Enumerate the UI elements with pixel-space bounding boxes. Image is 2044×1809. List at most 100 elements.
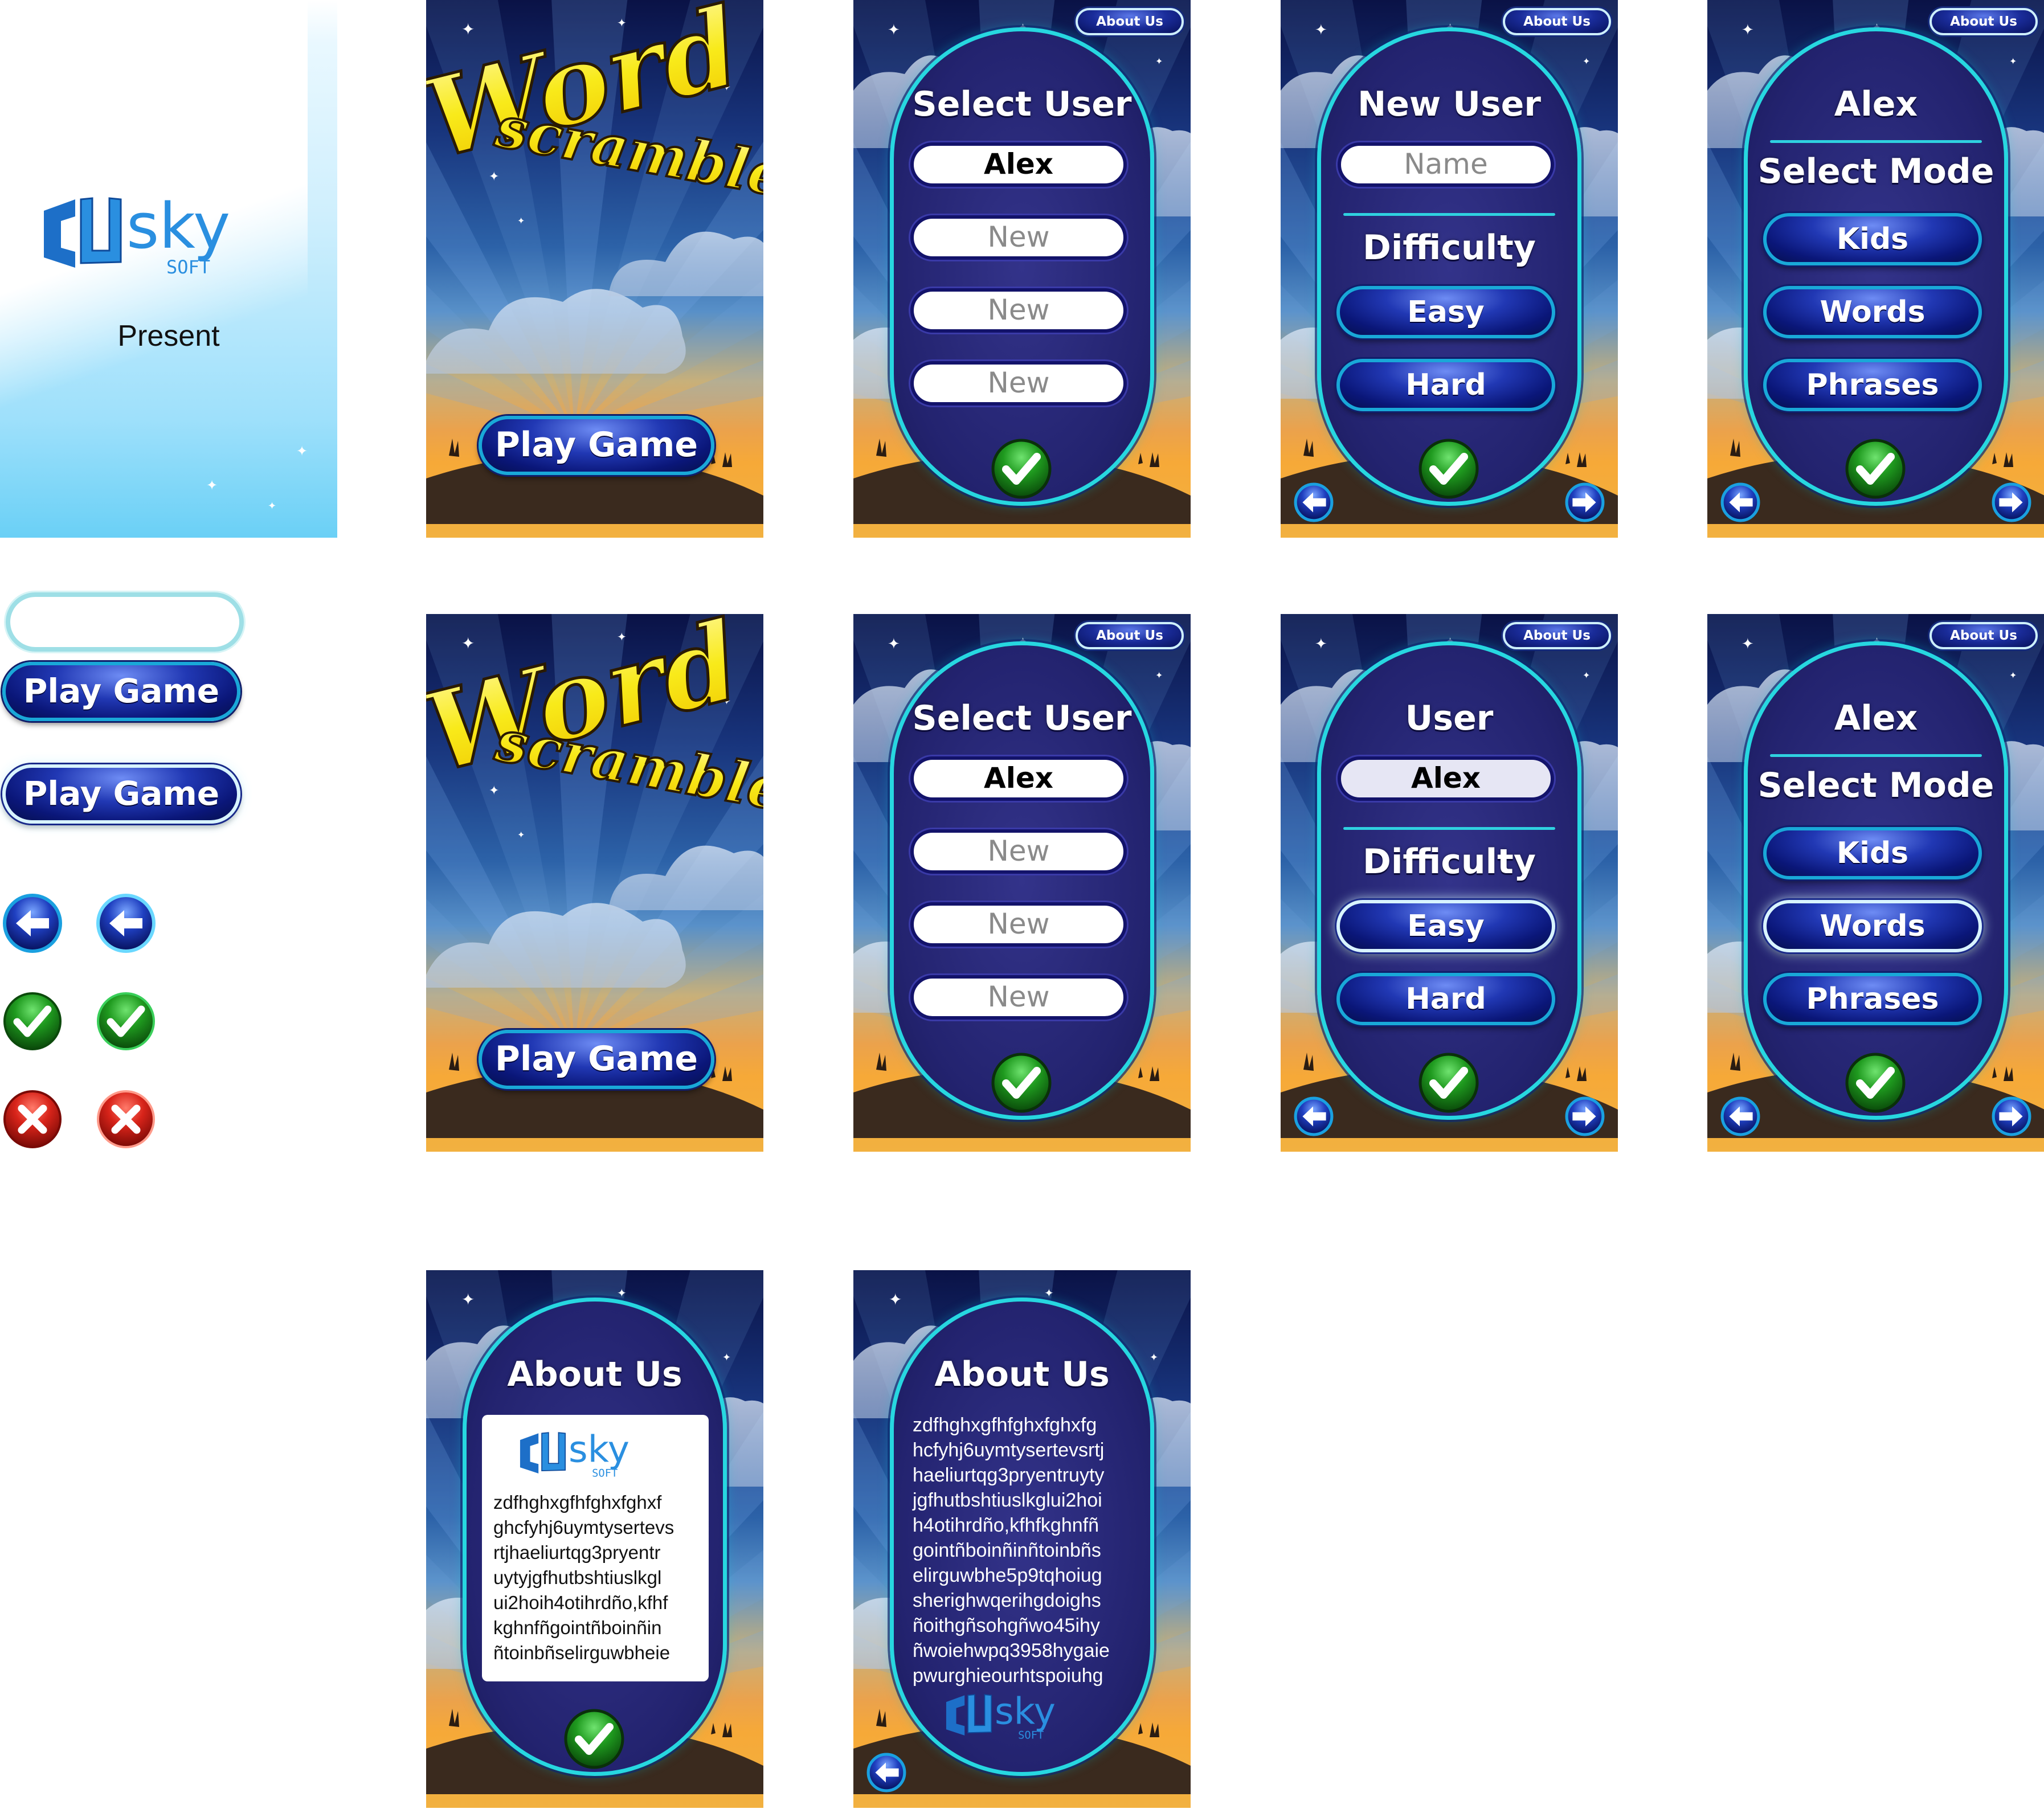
- confirm-check-button[interactable]: [1844, 437, 1907, 500]
- back-arrow-icon[interactable]: [2, 893, 63, 953]
- confirm-check-button[interactable]: [1844, 1051, 1907, 1114]
- svg-text:sky: sky: [126, 194, 230, 263]
- name-input[interactable]: Name: [1338, 142, 1554, 187]
- mode-button[interactable]: Words: [1763, 286, 1982, 338]
- back-arrow-icon[interactable]: [1720, 1096, 1761, 1137]
- star-icon: ✦: [2009, 56, 2017, 67]
- star-icon: ✦: [888, 22, 900, 39]
- phone-screen: ✦ ✦ ✦ ✦ ✦ Word scramble Play Game: [426, 0, 763, 538]
- mode-button[interactable]: Words: [1763, 900, 1982, 952]
- confirm-check-button[interactable]: [1417, 437, 1480, 500]
- back-arrow-icon[interactable]: [866, 1752, 907, 1793]
- star-icon: ✦: [617, 1286, 627, 1300]
- screen-title: User: [1405, 698, 1494, 738]
- user-slot[interactable]: New: [910, 829, 1127, 874]
- play-game-button-kit-pressed[interactable]: Play Game: [2, 764, 240, 824]
- cusky-logo: sky SOFT: [44, 194, 230, 278]
- cusky-logo: sky SOFT: [946, 1692, 1056, 1742]
- user-value[interactable]: Alex: [1338, 756, 1554, 801]
- star-icon: ✦: [296, 443, 308, 459]
- user-slot[interactable]: Alex: [910, 142, 1127, 187]
- user-slot[interactable]: New: [910, 215, 1127, 260]
- play-game-button[interactable]: Play Game: [479, 1030, 714, 1089]
- mode-button[interactable]: Kids: [1763, 827, 1982, 879]
- hard-button[interactable]: Hard: [1336, 973, 1555, 1025]
- cusky-logo: sky SOFT: [520, 1430, 629, 1480]
- phone-screen: ✦ ✦ ✦ About Us sky SOFT zdfhghxgfhfghxfghx…: [426, 1270, 763, 1808]
- easy-button[interactable]: Easy: [1336, 286, 1555, 338]
- check-icon[interactable]: [2, 991, 63, 1051]
- star-icon: ✦: [1044, 1286, 1054, 1300]
- screen-title: About Us: [507, 1354, 682, 1394]
- star-icon: ✦: [1742, 22, 1754, 39]
- user-name: Alex: [1834, 698, 1918, 738]
- star-icon: ✦: [1155, 56, 1163, 67]
- about-us-button[interactable]: About Us: [1929, 622, 2038, 649]
- confirm-check-button[interactable]: [990, 1051, 1053, 1114]
- star-icon: ✦: [888, 636, 900, 653]
- about-us-button[interactable]: About Us: [1929, 8, 2038, 35]
- screen-title: About Us: [934, 1354, 1110, 1394]
- phone-screen: ✦✦✦✦✦About Us Alex Select ModeKidsWordsP…: [1707, 0, 2044, 538]
- svg-text:SOFT: SOFT: [1018, 1730, 1044, 1742]
- user-slot[interactable]: New: [910, 975, 1127, 1020]
- close-icon[interactable]: [2, 1089, 63, 1149]
- user-slot[interactable]: Alex: [910, 756, 1127, 801]
- star-icon: ✦: [1583, 56, 1591, 67]
- about-us-button[interactable]: About Us: [1503, 622, 1611, 649]
- back-arrow-icon[interactable]: [96, 893, 156, 953]
- screen-title: Select Mode: [1757, 766, 1994, 805]
- phone-screen: ✦ ✦ ✦ About Us zdfhghxgfhfghxfghxfg hcfyhj…: [853, 1270, 1191, 1808]
- splash-screen: ✦ ✦ ✦ ✦ ✦ ✦ sky SOFT Present: [0, 0, 337, 538]
- back-arrow-icon[interactable]: [1293, 1096, 1334, 1137]
- svg-text:SOFT: SOFT: [592, 1468, 618, 1480]
- difficulty-title: Difficulty: [1363, 228, 1536, 268]
- difficulty-title: Difficulty: [1363, 842, 1536, 882]
- svg-text:sky: sky: [569, 1430, 629, 1471]
- word-scramble-title: Word scramble: [426, 0, 763, 211]
- back-arrow-icon[interactable]: [1293, 482, 1334, 523]
- empty-text-field[interactable]: [6, 592, 244, 652]
- forward-arrow-icon[interactable]: [1564, 482, 1605, 523]
- svg-text:SOFT: SOFT: [166, 256, 210, 278]
- about-text: zdfhghxgfhfghxfghxf ghcfyhj6uymtysertevs…: [493, 1492, 674, 1663]
- about-us-button[interactable]: About Us: [1076, 8, 1184, 35]
- forward-arrow-icon[interactable]: [1564, 1096, 1605, 1137]
- easy-button[interactable]: Easy: [1336, 900, 1555, 952]
- mode-button[interactable]: Phrases: [1763, 359, 1982, 411]
- star-icon: ✦: [1315, 22, 1327, 39]
- confirm-check-button[interactable]: [990, 437, 1053, 500]
- about-us-button[interactable]: About Us: [1503, 8, 1611, 35]
- mode-button[interactable]: Kids: [1763, 213, 1982, 265]
- forward-arrow-icon[interactable]: [1991, 482, 2032, 523]
- phone-screen: ✦✦✦✦✦About Us Select UserAlexNewNewNew: [853, 0, 1191, 538]
- divider: [1770, 754, 1982, 757]
- star-icon: ✦: [461, 1290, 475, 1309]
- screen-title: Select Mode: [1757, 152, 1994, 191]
- about-us-button[interactable]: About Us: [1076, 622, 1184, 649]
- star-icon: ✦: [206, 477, 218, 493]
- forward-arrow-icon[interactable]: [1991, 1096, 2032, 1137]
- confirm-check-button[interactable]: [563, 1708, 626, 1770]
- phone-screen: ✦✦✦✦✦About Us UserAlex Difficulty Easy H…: [1281, 614, 1618, 1152]
- mode-button[interactable]: Phrases: [1763, 973, 1982, 1025]
- phone-screen: ✦✦✦✦✦About Us Alex Select ModeKidsWordsP…: [1707, 614, 2044, 1152]
- user-slot[interactable]: New: [910, 902, 1127, 947]
- user-slot[interactable]: New: [910, 361, 1127, 406]
- divider: [1770, 140, 1982, 143]
- confirm-check-button[interactable]: [1417, 1051, 1480, 1114]
- present-label: Present: [117, 320, 220, 353]
- hard-button[interactable]: Hard: [1336, 359, 1555, 411]
- check-icon[interactable]: [96, 991, 156, 1051]
- close-icon[interactable]: [96, 1089, 156, 1149]
- star-icon: ✦: [68, 56, 75, 66]
- divider: [1343, 827, 1555, 830]
- phone-screen: ✦✦✦✦✦About Us New UserName Difficulty Ea…: [1281, 0, 1618, 538]
- svg-text:sky: sky: [995, 1692, 1056, 1733]
- play-game-button-kit[interactable]: Play Game: [2, 662, 240, 721]
- phone-screen: ✦✦✦✦✦About Us Select UserAlexNewNewNew: [853, 614, 1191, 1152]
- play-game-button[interactable]: Play Game: [479, 416, 714, 475]
- back-arrow-icon[interactable]: [1720, 482, 1761, 523]
- user-slot[interactable]: New: [910, 288, 1127, 333]
- screen-title: New User: [1358, 84, 1541, 124]
